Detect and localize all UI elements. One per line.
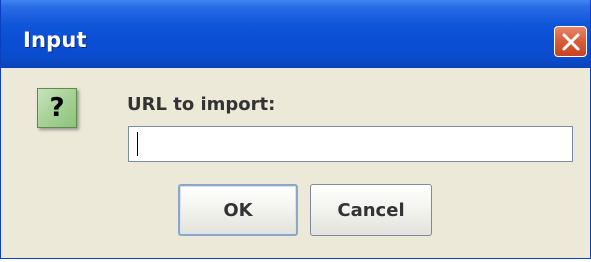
cancel-button[interactable]: Cancel (310, 184, 432, 236)
input-dialog: Input ? URL to import: OK Cancel (0, 0, 591, 259)
question-icon: ? (37, 88, 77, 128)
ok-button[interactable]: OK (178, 184, 298, 236)
title-bar[interactable]: Input (1, 0, 590, 68)
close-button[interactable] (554, 26, 587, 57)
question-mark-glyph: ? (49, 93, 65, 123)
dialog-title: Input (23, 28, 87, 52)
close-x-icon (562, 33, 580, 51)
text-caret (137, 132, 138, 156)
url-input[interactable] (128, 126, 573, 162)
prompt-label: URL to import: (127, 94, 276, 115)
dialog-content: ? URL to import: OK Cancel (1, 68, 590, 258)
